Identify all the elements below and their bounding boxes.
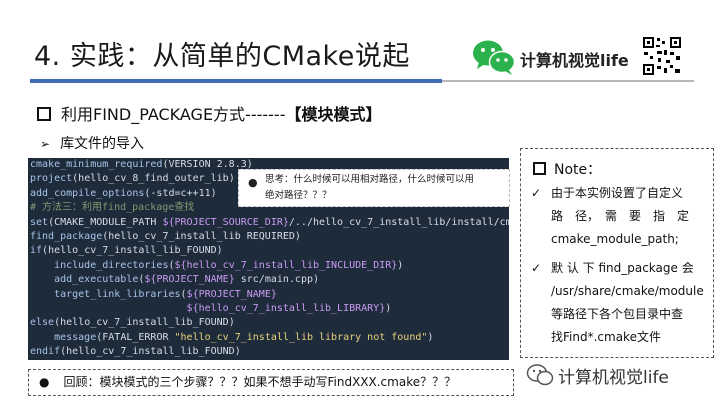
code-token: (hello_cv_7_install_lib_FOUND) — [54, 317, 235, 328]
code-line: else(hello_cv_7_install_lib_FOUND) — [28, 316, 509, 330]
square-bullet-icon — [37, 107, 51, 121]
bullet-dot-icon: ● — [39, 375, 49, 389]
check-icon: ✓ — [531, 257, 541, 280]
heading-bold-text: 【模块模式】 — [285, 105, 381, 124]
watermark: 计算机视觉life — [524, 360, 714, 388]
wechat-watermark-icon — [526, 363, 554, 387]
code-token: (hello_cv_8_find_outer_lib) — [72, 173, 235, 184]
code-token: "hello_cv_7_install_lib library not foun… — [175, 332, 428, 343]
code-token: if — [30, 245, 42, 256]
square-bullet-icon — [533, 162, 546, 175]
recall-box: ● 回顾：模块模式的三个步骤？？？如果不想手动写FindXXX.cmake？？？ — [28, 369, 514, 396]
note-line: 由于本实例设置了自定义 — [551, 182, 711, 205]
code-line: ${hello_cv_7_install_lib_LIBRARY}) — [28, 302, 509, 316]
watermark-text: 计算机视觉life — [558, 363, 669, 388]
code-line: find_package(hello_cv_7_install_lib REQU… — [28, 230, 509, 244]
code-token: (-std=c++11) — [144, 188, 216, 199]
code-token: add_executable — [30, 274, 138, 285]
think-line: 思考：什么时候可以用相对路径，什么时候可以用 — [265, 172, 503, 188]
note-title: Note： — [533, 159, 601, 179]
code-token: project — [30, 173, 72, 184]
note-box: Note： ✓ 由于本实例设置了自定义 路 径， 需 要 指 定 cmake_m… — [520, 148, 714, 358]
title-underline-accent — [30, 79, 442, 83]
code-token: add_compile_options — [30, 188, 144, 199]
code-token: (hello_cv_7_install_lib REQUIRED) — [102, 231, 301, 242]
note-line: 路 径， 需 要 指 定 — [551, 205, 711, 228]
code-token: ) — [385, 303, 391, 314]
code-token: (CMAKE_MODULE_PATH — [48, 217, 162, 228]
code-line: if(hello_cv_7_install_lib_FOUND) — [28, 244, 509, 258]
code-line: set(CMAKE_MODULE_PATH ${PROJECT_SOURCE_D… — [28, 216, 509, 230]
code-token: else — [30, 317, 54, 328]
code-line: target_link_libraries(${PROJECT_NAME} — [28, 288, 509, 302]
note-line: /usr/share/cmake/module — [551, 280, 711, 303]
heading-text: 利用FIND_PACKAGE方式------- — [61, 105, 285, 124]
arrow-bullet-icon: ➢ — [40, 137, 50, 151]
code-line: include_directories(${hello_cv_7_install… — [28, 259, 509, 273]
code-token: (hello_cv_7_install_lib_FOUND) — [60, 346, 241, 357]
note-line: cmake_module_path; — [551, 228, 711, 251]
note-line: 默 认 下 find_package 会 — [551, 257, 711, 280]
code-token: target_link_libraries — [30, 289, 181, 300]
code-line: add_executable(${PROJECT_NAME} src/main.… — [28, 273, 509, 287]
subheading: ➢ 库文件的导入 — [40, 133, 144, 153]
code-token: cmake_minimum_required — [30, 159, 162, 170]
code-token: ${hello_cv_7_install_lib_LIBRARY} — [187, 303, 386, 314]
code-token: set — [30, 217, 48, 228]
code-token: (FATAL_ERROR — [96, 332, 174, 343]
code-token: include_directories — [30, 260, 168, 271]
code-token: message — [30, 332, 96, 343]
note-line: 找Find*.cmake文件 — [551, 326, 711, 349]
subheading-text: 库文件的导入 — [60, 136, 144, 152]
title-underline-gray — [442, 80, 694, 82]
code-token: endif — [30, 346, 60, 357]
code-token: ${hello_cv_7_install_lib_INCLUDE_DIR} — [175, 260, 398, 271]
section-heading: 利用FIND_PACKAGE方式-------【模块模式】 — [37, 101, 382, 125]
qr-code-icon — [642, 36, 682, 76]
note-title-text: Note： — [554, 162, 601, 178]
code-token: ${PROJECT_SOURCE_DIR} — [162, 217, 288, 228]
think-line: 绝对路径？？？ — [265, 188, 503, 204]
code-token: /../hello_cv_7_install_lib/install/cmake… — [289, 217, 509, 228]
bullet-dot-icon: ● — [248, 175, 258, 191]
think-callout: ● 思考：什么时候可以用相对路径，什么时候可以用 绝对路径？？？ — [238, 169, 510, 207]
slide-title: 4. 实践：从简单的CMake说起 — [34, 34, 410, 73]
code-token: ) — [427, 332, 433, 343]
note-line: 等路径下各个包目录中查 — [551, 303, 711, 326]
code-line: endif(hello_cv_7_install_lib_FOUND) — [28, 345, 509, 359]
wechat-icon — [472, 38, 516, 76]
code-token: (hello_cv_7_install_lib_FOUND) — [42, 245, 223, 256]
code-token: ${PROJECT_NAME} — [144, 274, 234, 285]
code-token: src/main.cpp) — [235, 274, 319, 285]
code-token: find_package — [30, 231, 102, 242]
code-line: message(FATAL_ERROR "hello_cv_7_install_… — [28, 331, 509, 345]
check-icon: ✓ — [531, 182, 541, 205]
brand-name: 计算机视觉life — [520, 47, 629, 71]
recall-text: 回顾：模块模式的三个步骤？？？如果不想手动写FindXXX.cmake？？？ — [63, 375, 456, 389]
code-token: ${PROJECT_NAME} — [187, 289, 277, 300]
code-token — [30, 303, 187, 314]
code-token: # 方法三：利用find_package查找 — [30, 202, 194, 213]
code-token: ) — [397, 260, 403, 271]
